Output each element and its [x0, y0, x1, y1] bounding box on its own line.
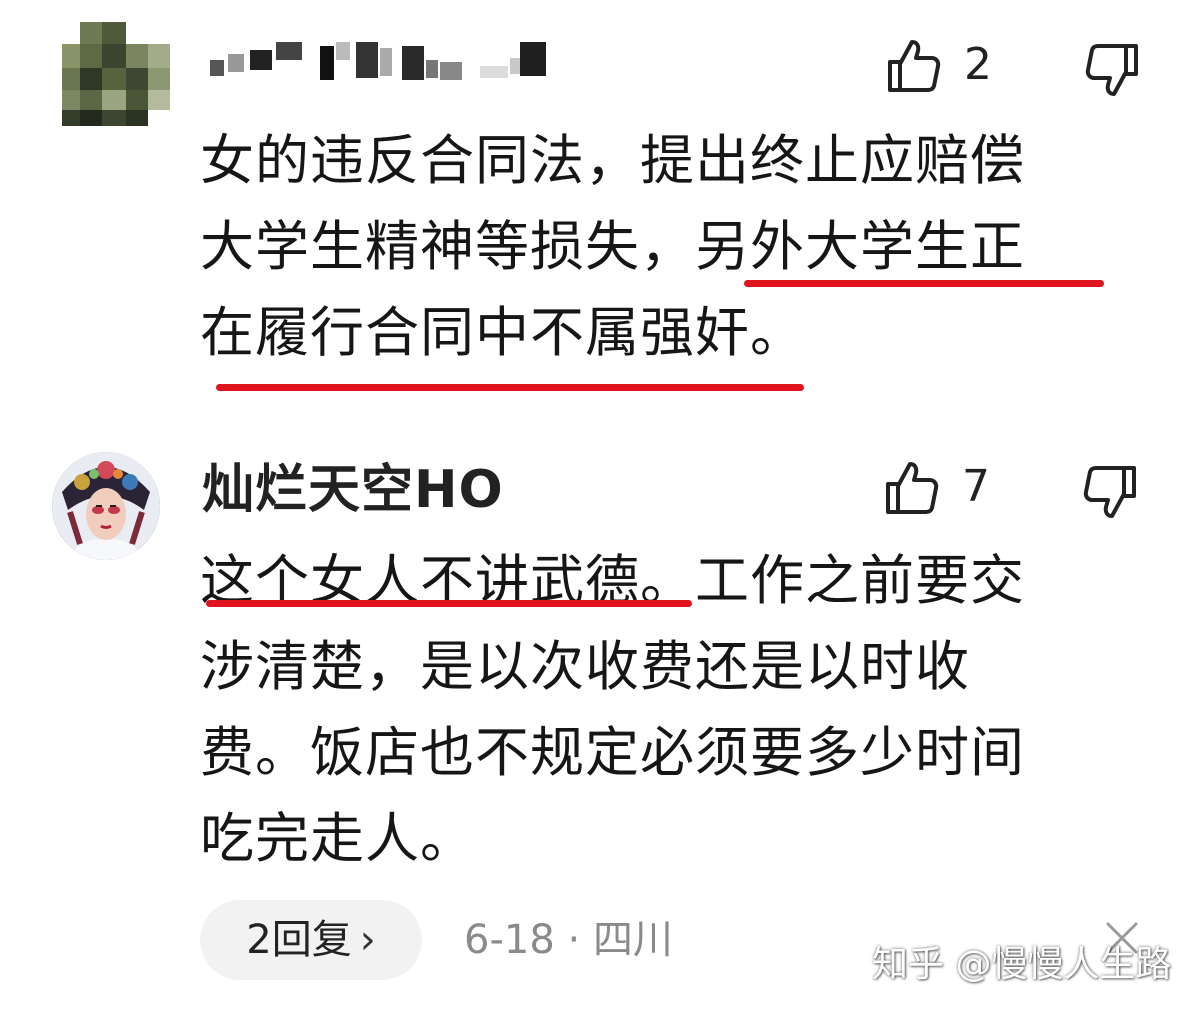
thumbs-up-icon — [886, 462, 939, 514]
view-replies-button[interactable]: 2回复 › — [200, 900, 422, 980]
meta-separator: · — [567, 917, 581, 963]
comment-line: 在履行合同中不属强奸。 — [200, 301, 805, 364]
like-button[interactable] — [884, 36, 944, 96]
dislike-button[interactable] — [1080, 462, 1140, 522]
red-underline-annotation — [216, 384, 804, 391]
avatar-blurred[interactable] — [62, 22, 170, 126]
comment-location: 四川 — [592, 917, 673, 963]
source-watermark: 知乎 @慢慢人生路 — [872, 944, 1172, 985]
thumbs-up-icon — [888, 40, 941, 92]
comment-meta: 6-18 · 四川 — [464, 912, 673, 968]
comment-body: 这个女人不讲武德。工作之前要交 涉清楚，是以次收费还是以时收 费。饭店也不规定必… — [200, 538, 1120, 882]
chevron-right-icon: › — [359, 917, 376, 963]
avatar-image — [52, 452, 160, 560]
like-count: 2 — [964, 39, 992, 90]
comment-date: 6-18 — [464, 917, 555, 963]
thumbs-down-icon — [1085, 44, 1138, 96]
comment-line: 费。饭店也不规定必须要多少时间 — [200, 721, 1025, 784]
comment-line: 女的违反合同法，提出终止应赔偿 — [200, 129, 1025, 192]
comment-body: 女的违反合同法，提出终止应赔偿 大学生精神等损失，另外大学生正 在履行合同中不属… — [200, 118, 1120, 376]
comment-line: 吃完走人。 — [200, 807, 475, 870]
like-count: 7 — [962, 461, 990, 512]
comment-username[interactable]: 灿烂天空HO — [202, 458, 504, 522]
thumbs-down-icon — [1083, 466, 1136, 518]
comment-line: 这个女人不讲武德。工作之前要交 — [200, 549, 1025, 612]
reply-count-label: 2回复 — [246, 917, 352, 963]
like-button[interactable] — [882, 458, 942, 518]
dislike-button[interactable] — [1082, 40, 1142, 100]
red-underline-annotation — [206, 600, 692, 607]
comment-line: 大学生精神等损失，另外大学生正 — [200, 215, 1025, 278]
avatar[interactable] — [52, 452, 160, 560]
comment-line: 涉清楚，是以次收费还是以时收 — [200, 635, 970, 698]
red-underline-annotation — [744, 280, 1104, 287]
username-blurred[interactable] — [210, 38, 580, 90]
